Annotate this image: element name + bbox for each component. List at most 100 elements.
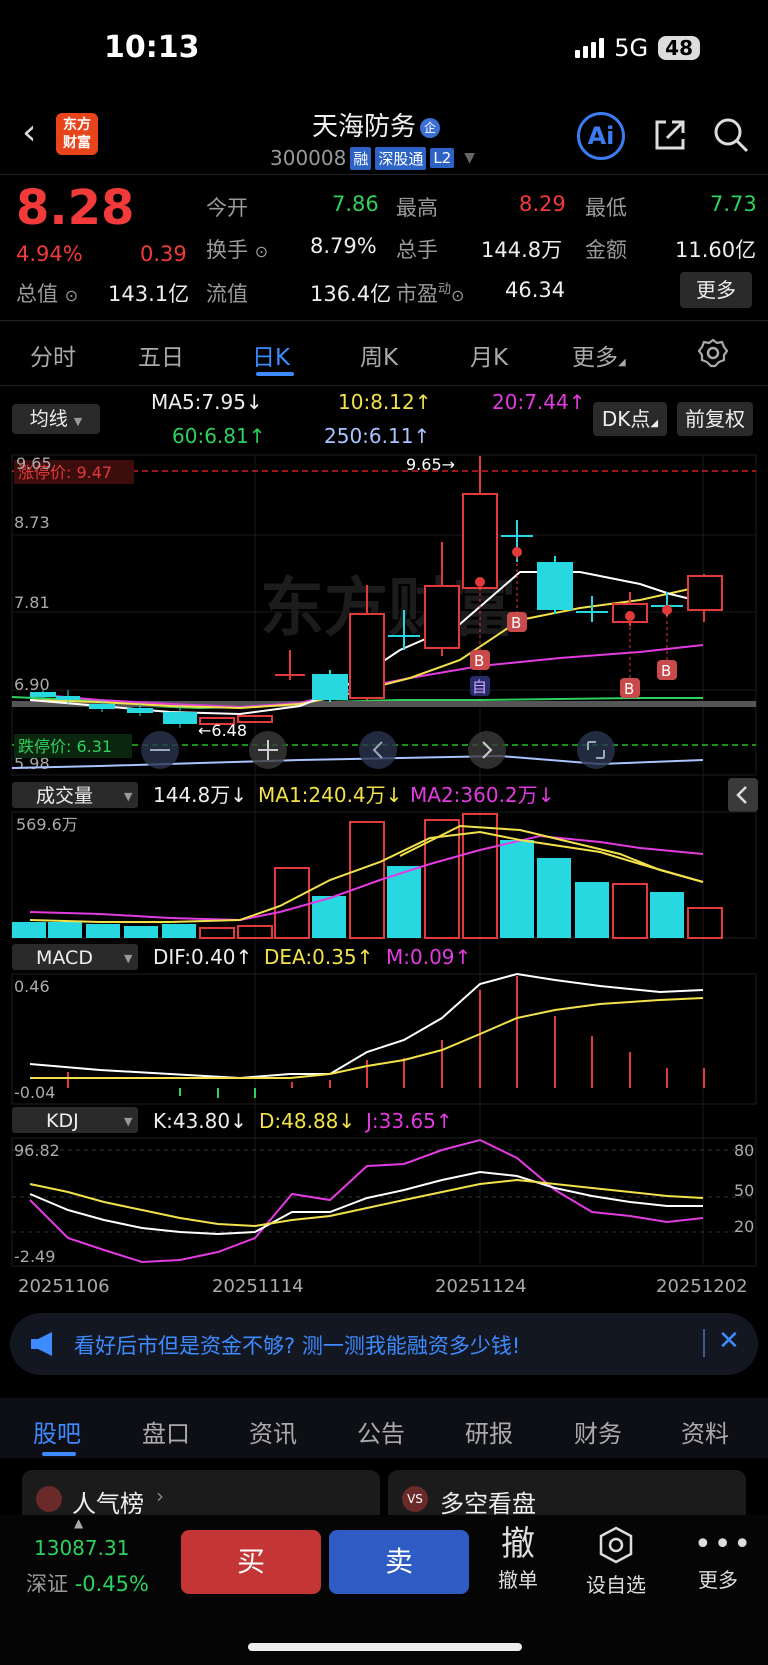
battery-icon: 48	[658, 36, 700, 60]
kdj-j: J:33.65↑	[364, 1109, 453, 1133]
info-icon: ⊙	[254, 242, 269, 261]
more-dots-icon: •••	[694, 1527, 754, 1562]
kdj-ref-80: 80	[734, 1141, 754, 1160]
ma20-value: 20:7.44↑	[492, 390, 586, 414]
high-annotation: 9.65→	[406, 455, 455, 474]
change-percent: 4.94%	[16, 242, 83, 266]
macd-selector: MACD	[36, 947, 93, 969]
back-icon[interactable]: ‹	[22, 112, 36, 153]
stock-code-row[interactable]: 300008 融 深股通 L2 ▼	[270, 146, 475, 170]
open-label: 今开	[206, 196, 248, 220]
buy-button[interactable]: 买	[181, 1530, 321, 1594]
stock-code: 300008	[270, 146, 347, 170]
popularity-card-title: 人气榜	[72, 1490, 144, 1518]
tab-announcements[interactable]: 公告	[357, 1414, 405, 1449]
kdj-selector: KDJ	[46, 1110, 79, 1132]
settings-icon[interactable]	[698, 338, 728, 368]
current-price: 8.28	[16, 180, 135, 236]
change-amount: 0.39	[140, 242, 187, 266]
svg-text:B: B	[661, 662, 671, 680]
add-watchlist-button[interactable]: 设自选	[582, 1526, 650, 1598]
megaphone-icon	[31, 1332, 52, 1356]
index-row[interactable]: 深证 -0.45%	[26, 1568, 149, 1598]
tab-more[interactable]: 更多◢	[572, 338, 626, 372]
share-icon[interactable]	[652, 117, 688, 153]
tag-margin: 融	[350, 146, 372, 170]
vs-icon: VS	[402, 1486, 428, 1512]
volume-ma1: MA1:240.4万↓	[258, 783, 402, 807]
dk-point-button[interactable]: DK点◢	[593, 402, 667, 436]
kdj-k: K:43.80↓	[153, 1109, 247, 1133]
bull-bear-card-title: 多空看盘	[440, 1490, 536, 1518]
adjust-button[interactable]: 前复权	[677, 402, 753, 436]
active-tab-indicator	[42, 1452, 76, 1456]
amount-value: 11.60亿	[675, 238, 757, 262]
tab-five-day[interactable]: 五日	[138, 338, 184, 372]
index-value[interactable]: 13087.31	[34, 1536, 129, 1560]
date-label-2: 20251114	[212, 1276, 304, 1297]
pe-label: 市盈动⊙	[396, 282, 465, 306]
ma10-value: 10:8.12↑	[338, 390, 432, 414]
tab-weekly-k[interactable]: 周K	[360, 338, 398, 372]
volume-selector: 成交量	[36, 785, 93, 807]
ai-button[interactable]: Ai	[577, 112, 625, 160]
volume-value: 144.8万	[481, 238, 563, 262]
low-annotation: ←6.48	[198, 721, 247, 740]
tab-research[interactable]: 研报	[465, 1414, 513, 1449]
cancel-order-button[interactable]: 撤 撤单	[490, 1524, 546, 1593]
ranking-icon	[36, 1486, 62, 1512]
ma-selector[interactable]: 均线 ▼	[12, 404, 100, 434]
expand-up-icon[interactable]: ▲	[74, 1516, 83, 1530]
ma60-value: 60:6.81↑	[172, 424, 266, 448]
signal-b: B	[474, 652, 484, 670]
tab-news[interactable]: 资讯	[249, 1414, 297, 1449]
low-value: 7.73	[710, 192, 757, 216]
high-label: 最高	[396, 196, 438, 220]
tab-guba[interactable]: 股吧	[33, 1414, 81, 1449]
search-icon[interactable]	[712, 116, 750, 154]
volume-ma2: MA2:360.2万↓	[410, 783, 554, 807]
turnover-value: 8.79%	[310, 234, 377, 258]
active-tab-indicator	[256, 372, 294, 376]
tab-finance[interactable]: 财务	[574, 1414, 622, 1449]
info-icon: ⊙	[451, 286, 465, 305]
status-time: 10:13	[104, 30, 200, 65]
y-label-781: 7.81	[14, 593, 50, 612]
banner-text[interactable]: 看好后市但是资金不够? 测一测我能融资多少钱!	[74, 1330, 520, 1360]
svg-text:▼: ▼	[124, 790, 133, 803]
more-quote-button[interactable]: 更多	[680, 272, 752, 308]
date-label-1: 20251106	[18, 1276, 110, 1297]
svg-text:B: B	[624, 680, 634, 698]
tab-daily-k[interactable]: 日K	[252, 338, 290, 372]
sell-button[interactable]: 卖	[329, 1530, 469, 1594]
kdj-ref-50: 50	[734, 1181, 754, 1200]
close-icon[interactable]: ✕	[718, 1326, 740, 1356]
collapse-panel-button	[728, 778, 758, 812]
kdj-y-top: 96.82	[14, 1141, 60, 1160]
y-label-690: 6.90	[14, 675, 50, 694]
svg-text:▼: ▼	[124, 1115, 133, 1128]
open-value: 7.86	[332, 192, 379, 216]
mktcap-label: 总值 ⊙	[16, 282, 79, 306]
float-value: 136.4亿	[310, 282, 392, 306]
more-button[interactable]: ••• 更多	[694, 1526, 754, 1593]
network-type: 5G	[614, 34, 649, 62]
volume-y-top: 569.6万	[16, 815, 78, 834]
svg-text:B: B	[511, 614, 521, 632]
tab-intraday[interactable]: 分时	[30, 338, 76, 372]
kdj-ref-20: 20	[734, 1217, 754, 1236]
tab-monthly-k[interactable]: 月K	[470, 338, 508, 372]
svg-text:▼: ▼	[124, 952, 133, 965]
turnover-label: 换手 ⊙	[206, 238, 269, 262]
macd-y-top: 0.46	[14, 977, 50, 996]
tab-profile[interactable]: 资料	[681, 1414, 729, 1449]
macd-m: M:0.09↑	[386, 945, 471, 969]
y-label-873: 8.73	[14, 513, 50, 532]
ma250-value: 250:6.11↑	[324, 424, 431, 448]
info-icon: ⊙	[64, 286, 79, 305]
tab-pankou[interactable]: 盘口	[142, 1414, 190, 1449]
chevron-right-icon: ›	[156, 1484, 164, 1508]
enterprise-badge: 企	[420, 117, 441, 138]
stock-chart[interactable]: 东方财富 涨停价: 9.47 9.65 8.73 7.81 6.90 5.98 …	[0, 450, 768, 1320]
cancel-icon: 撤	[501, 1524, 535, 1564]
